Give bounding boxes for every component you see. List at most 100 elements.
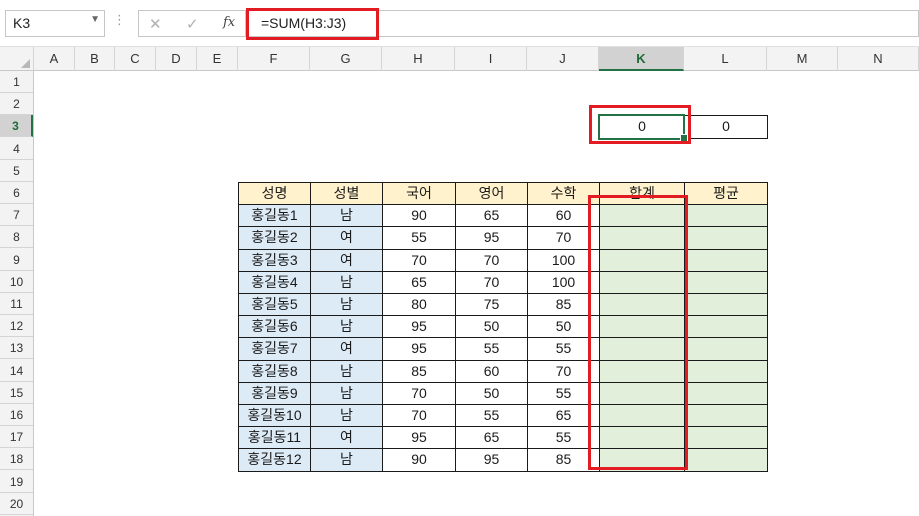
table-cell[interactable]: 95 xyxy=(382,337,456,361)
table-cell[interactable]: 홍길동5 xyxy=(238,293,311,317)
column-header-b[interactable]: B xyxy=(75,47,115,71)
row-header-14[interactable]: 14 xyxy=(0,360,33,382)
row-header-9[interactable]: 9 xyxy=(0,249,33,271)
table-cell[interactable]: 65 xyxy=(527,404,600,428)
table-header-7[interactable]: 평균 xyxy=(684,182,768,206)
sum-cell[interactable] xyxy=(599,448,685,472)
average-cell[interactable] xyxy=(684,270,768,294)
table-cell[interactable]: 남 xyxy=(310,293,383,317)
cell-l3[interactable]: 0 xyxy=(684,115,768,139)
table-cell[interactable]: 70 xyxy=(527,226,600,250)
row-header-1[interactable]: 1 xyxy=(0,71,33,93)
sum-cell[interactable] xyxy=(599,248,685,272)
sum-cell[interactable] xyxy=(599,293,685,317)
table-cell[interactable]: 60 xyxy=(455,359,528,383)
table-cell[interactable]: 홍길동8 xyxy=(238,359,311,383)
table-cell[interactable]: 남 xyxy=(310,359,383,383)
column-header-j[interactable]: J xyxy=(527,47,599,71)
table-header-1[interactable]: 성명 xyxy=(238,182,311,206)
column-header-a[interactable]: A xyxy=(34,47,75,71)
column-header-c[interactable]: C xyxy=(115,47,156,71)
table-cell[interactable]: 100 xyxy=(527,270,600,294)
row-header-16[interactable]: 16 xyxy=(0,404,33,426)
table-cell[interactable]: 남 xyxy=(310,448,383,472)
table-cell[interactable]: 남 xyxy=(310,270,383,294)
sum-cell[interactable] xyxy=(599,337,685,361)
column-header-g[interactable]: G xyxy=(310,47,382,71)
table-cell[interactable]: 85 xyxy=(527,448,600,472)
dropdown-arrow-icon[interactable]: ▼ xyxy=(90,14,100,25)
table-cell[interactable]: 95 xyxy=(455,448,528,472)
table-header-4[interactable]: 영어 xyxy=(455,182,528,206)
formula-input[interactable]: =SUM(H3:J3) xyxy=(246,10,919,37)
table-cell[interactable]: 90 xyxy=(382,204,456,228)
row-header-3[interactable]: 3 xyxy=(0,115,33,138)
table-cell[interactable]: 90 xyxy=(382,448,456,472)
table-cell[interactable]: 55 xyxy=(455,337,528,361)
table-cell[interactable]: 70 xyxy=(382,381,456,405)
table-cell[interactable]: 55 xyxy=(527,337,600,361)
row-header-6[interactable]: 6 xyxy=(0,182,33,204)
table-cell[interactable]: 남 xyxy=(310,381,383,405)
table-cell[interactable]: 홍길동9 xyxy=(238,381,311,405)
row-header-19[interactable]: 19 xyxy=(0,471,33,493)
row-header-20[interactable]: 20 xyxy=(0,493,33,515)
table-cell[interactable]: 65 xyxy=(455,204,528,228)
table-cell[interactable]: 남 xyxy=(310,204,383,228)
row-header-5[interactable]: 5 xyxy=(0,160,33,182)
column-header-e[interactable]: E xyxy=(197,47,238,71)
row-header-18[interactable]: 18 xyxy=(0,448,33,471)
row-header-4[interactable]: 4 xyxy=(0,138,33,160)
average-cell[interactable] xyxy=(684,293,768,317)
table-header-6[interactable]: 합계 xyxy=(599,182,685,206)
sum-cell[interactable] xyxy=(599,359,685,383)
table-cell[interactable]: 85 xyxy=(527,293,600,317)
column-header-d[interactable]: D xyxy=(156,47,197,71)
name-box[interactable]: K3 ▼ xyxy=(5,10,105,37)
fill-handle[interactable] xyxy=(680,133,688,142)
table-cell[interactable]: 65 xyxy=(382,270,456,294)
table-cell[interactable]: 50 xyxy=(527,315,600,339)
column-header-k[interactable]: K xyxy=(599,47,684,71)
table-cell[interactable]: 홍길동4 xyxy=(238,270,311,294)
select-all-button[interactable] xyxy=(0,47,34,71)
table-cell[interactable]: 홍길동12 xyxy=(238,448,311,472)
table-cell[interactable]: 여 xyxy=(310,337,383,361)
enter-icon[interactable]: ✓ xyxy=(186,15,199,33)
table-cell[interactable]: 70 xyxy=(527,359,600,383)
cancel-icon[interactable]: ✕ xyxy=(149,15,162,33)
column-header-m[interactable]: M xyxy=(767,47,838,71)
table-cell[interactable]: 60 xyxy=(527,204,600,228)
row-header-2[interactable]: 2 xyxy=(0,93,33,116)
table-header-3[interactable]: 국어 xyxy=(382,182,456,206)
row-header-13[interactable]: 13 xyxy=(0,337,33,360)
table-cell[interactable]: 70 xyxy=(455,248,528,272)
table-cell[interactable]: 홍길동1 xyxy=(238,204,311,228)
row-header-10[interactable]: 10 xyxy=(0,271,33,293)
table-cell[interactable]: 55 xyxy=(382,226,456,250)
sum-cell[interactable] xyxy=(599,226,685,250)
table-cell[interactable]: 홍길동7 xyxy=(238,337,311,361)
column-header-l[interactable]: L xyxy=(684,47,767,71)
table-cell[interactable]: 여 xyxy=(310,426,383,450)
table-cell[interactable]: 50 xyxy=(455,315,528,339)
table-cell[interactable]: 여 xyxy=(310,248,383,272)
table-cell[interactable]: 95 xyxy=(455,226,528,250)
average-cell[interactable] xyxy=(684,226,768,250)
table-cell[interactable]: 홍길동2 xyxy=(238,226,311,250)
worksheet-grid[interactable]: 0 0 성명 성별 국어 영어 수학 합계 평균 홍길동1 남 90 65 60 홍길동2 여 55 95 70 홍길… xyxy=(34,71,919,516)
table-cell[interactable]: 85 xyxy=(382,359,456,383)
average-cell[interactable] xyxy=(684,204,768,228)
average-cell[interactable] xyxy=(684,426,768,450)
table-header-5[interactable]: 수학 xyxy=(527,182,600,206)
average-cell[interactable] xyxy=(684,404,768,428)
table-cell[interactable]: 75 xyxy=(455,293,528,317)
table-cell[interactable]: 95 xyxy=(382,426,456,450)
cell-k3[interactable]: 0 xyxy=(599,115,685,139)
sum-cell[interactable] xyxy=(599,204,685,228)
table-cell[interactable]: 남 xyxy=(310,315,383,339)
row-header-17[interactable]: 17 xyxy=(0,426,33,449)
table-cell[interactable]: 남 xyxy=(310,404,383,428)
average-cell[interactable] xyxy=(684,248,768,272)
table-cell[interactable]: 100 xyxy=(527,248,600,272)
